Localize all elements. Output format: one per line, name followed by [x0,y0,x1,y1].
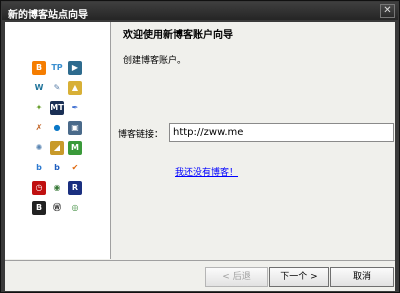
title-bar[interactable]: 新的博客站点向导 ✕ [2,2,398,21]
url-label: 博客链接： [118,130,164,140]
drupal-icon: ● [50,121,64,135]
photo-icon: ▣ [68,121,82,135]
movabletype-icon: MT [50,101,64,115]
back-button[interactable]: < 后退 [205,267,268,287]
globe-icon: ◉ [50,181,64,195]
mountain-icon: ◢ [50,141,64,155]
no-blog-link[interactable]: 我还没有博客！ [175,165,238,178]
r-blog-icon: R [68,181,82,195]
lighthouse-icon: ▲ [68,81,82,95]
sidebar-panel: B TP ▶ W ✎ ▲ ✦ MT ✒ ✗ ● ▣ ✺ ◢ Mb b ✔ ◷ ◉ R B Ⓦ ◎ [5,22,111,259]
cancel-button[interactable]: 取消 [330,267,394,287]
wizard-window: 新的博客站点向导 ✕ B TP ▶ W ✎ ▲ ✦ MT ✒ ✗ ● ▣ ✺ ◢ Mb b ✔ ◷ ◉ R B Ⓦ ◎ 欢迎… [0,0,400,293]
blog-url-input[interactable] [169,123,394,142]
b-blue2-icon: b [50,161,64,175]
close-button[interactable]: ✕ [380,4,395,18]
xanga-icon: ✦ [32,101,46,115]
b-blue-icon: b [32,161,46,175]
blog-service-icons: B TP ▶ W ✎ ▲ ✦ MT ✒ ✗ ● ▣ ✺ ◢ Mb b ✔ ◷ ◉ R B Ⓦ ◎ [32,61,82,215]
wordpress-w-icon: W [32,81,46,95]
wizard-body: B TP ▶ W ✎ ▲ ✦ MT ✒ ✗ ● ▣ ✺ ◢ Mb b ✔ ◷ ◉ R B Ⓦ ◎ 欢迎使用新博客账户向导 创… [5,22,395,291]
page-description: 创建博客账户。 [123,56,187,66]
m-blog-icon: M [68,141,82,155]
spiral-icon: ◎ [68,201,82,215]
pen-icon: ✒ [68,101,82,115]
livejournal-icon: ▶ [68,61,82,75]
typepad-icon: TP [50,61,64,75]
clock-icon: ◷ [32,181,46,195]
button-bar: < 后退 下一个 > 取消 [5,260,395,291]
page-title: 欢迎使用新博客账户向导 [123,30,233,41]
next-button[interactable]: 下一个 > [269,267,329,287]
tools-icon: ✗ [32,121,46,135]
blogger-icon: B [32,61,46,75]
tool-icon: ✎ [50,81,64,95]
main-panel: 欢迎使用新博客账户向导 创建博客账户。 博客链接： 我还没有博客！ [111,22,395,259]
window-title: 新的博客站点向导 [8,10,88,21]
b-black-icon: B [32,201,46,215]
close-icon: ✕ [383,5,392,16]
settings-wheel-icon: ✺ [32,141,46,155]
vox-icon: ✔ [68,161,82,175]
wordpress-icon: Ⓦ [50,201,64,215]
